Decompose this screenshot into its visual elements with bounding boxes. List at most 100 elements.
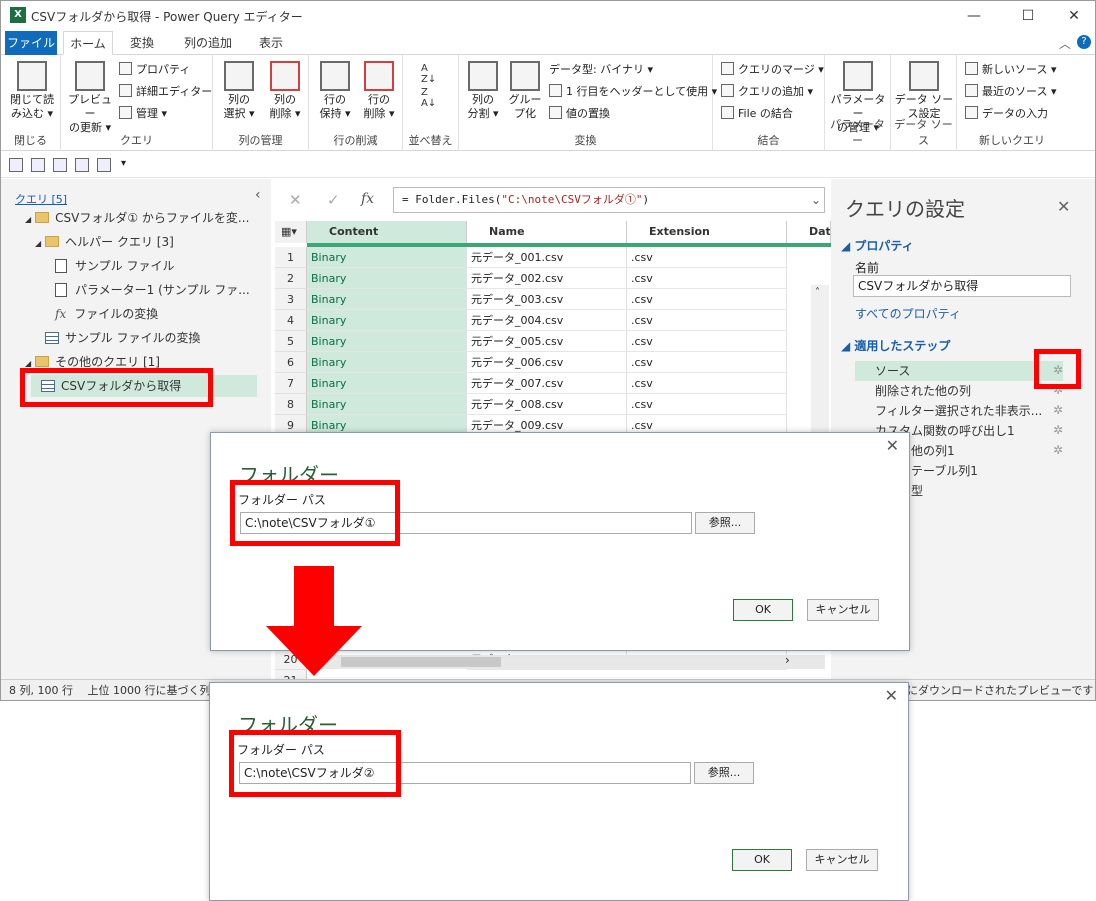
tab-home[interactable]: ホーム bbox=[63, 31, 113, 55]
maximize-button[interactable]: ☐ bbox=[1013, 5, 1043, 27]
close-settings-icon[interactable]: ✕ bbox=[1057, 197, 1070, 216]
ok-button[interactable]: OK bbox=[732, 849, 792, 871]
applied-step[interactable]: ソース bbox=[855, 361, 1063, 381]
cancel-formula-icon[interactable]: ✕ bbox=[289, 191, 302, 209]
refresh-qat-icon[interactable] bbox=[97, 158, 111, 172]
cell-extension[interactable]: .csv bbox=[627, 373, 787, 394]
enter-data-qat-icon[interactable] bbox=[75, 158, 89, 172]
data-source-settings-button[interactable]: データ ソー ス設定 bbox=[893, 61, 955, 121]
close-load-button[interactable]: 閉じて読 み込む ▾ bbox=[7, 61, 57, 121]
manage-button[interactable]: 管理 ▾ bbox=[119, 105, 167, 123]
append-queries-button[interactable]: クエリの追加 ▾ bbox=[721, 83, 813, 101]
close-window-button[interactable]: ✕ bbox=[1059, 5, 1089, 27]
merge-queries-button[interactable]: クエリのマージ ▾ bbox=[721, 61, 824, 79]
split-column-button[interactable]: 列の 分割 ▾ bbox=[461, 61, 505, 121]
save-icon[interactable] bbox=[9, 158, 23, 172]
cell-name[interactable]: 元データ_008.csv bbox=[467, 394, 627, 415]
confirm-formula-icon[interactable]: ✓ bbox=[327, 191, 340, 209]
recent-sources-button[interactable]: 最近のソース ▾ bbox=[965, 83, 1056, 101]
all-properties-link[interactable]: すべてのプロパティ bbox=[855, 305, 961, 322]
scroll-up-icon[interactable]: ˄ bbox=[815, 287, 820, 298]
query-name-input[interactable]: CSVフォルダから取得 bbox=[853, 275, 1071, 297]
column-header-content[interactable]: Content bbox=[307, 221, 467, 243]
step-settings-gear-icon[interactable]: ✲ bbox=[1053, 403, 1063, 417]
choose-columns-button[interactable]: 列の 選択 ▾ bbox=[217, 61, 261, 121]
scroll-right-icon[interactable]: › bbox=[785, 653, 790, 667]
cell-content[interactable]: Binary bbox=[307, 394, 467, 415]
tree-item-transform-sample[interactable]: サンプル ファイルの変換 bbox=[45, 327, 200, 349]
cell-name[interactable]: 元データ_005.csv bbox=[467, 331, 627, 352]
cell-extension[interactable]: .csv bbox=[627, 331, 787, 352]
cell-content[interactable]: Binary bbox=[307, 310, 467, 331]
new-source-button[interactable]: 新しいソース ▾ bbox=[965, 61, 1056, 79]
advanced-editor-qat-icon[interactable] bbox=[53, 158, 67, 172]
cell-content[interactable]: Binary bbox=[307, 352, 467, 373]
browse-button[interactable]: 参照... bbox=[694, 762, 754, 784]
cancel-button[interactable]: キャンセル bbox=[806, 849, 878, 871]
table-menu-icon[interactable]: ▦▾ bbox=[275, 221, 307, 243]
cell-name[interactable]: 元データ_007.csv bbox=[467, 373, 627, 394]
cell-extension[interactable]: .csv bbox=[627, 394, 787, 415]
collapse-pane-icon[interactable]: ‹ bbox=[255, 187, 261, 203]
refresh-preview-button[interactable]: プレビュー の更新 ▾ bbox=[65, 61, 115, 135]
collapse-ribbon-icon[interactable]: ︿ bbox=[1059, 35, 1071, 52]
keep-rows-button[interactable]: 行の 保持 ▾ bbox=[313, 61, 357, 121]
cell-content[interactable]: Binary bbox=[307, 331, 467, 352]
cell-extension[interactable]: .csv bbox=[627, 310, 787, 331]
tree-item-transform-file[interactable]: fx ファイルの変換 bbox=[55, 303, 158, 325]
tab-add-column[interactable]: 列の追加 bbox=[173, 31, 243, 55]
combine-files-button[interactable]: File の結合 bbox=[721, 105, 793, 123]
cell-content[interactable]: Binary bbox=[307, 373, 467, 394]
properties-section[interactable]: ◢ プロパティ bbox=[841, 237, 914, 254]
fx-icon[interactable]: fx bbox=[361, 191, 374, 207]
applied-steps-section[interactable]: ◢ 適用したステップ bbox=[841, 337, 950, 354]
tree-group-helper[interactable]: ◢ ヘルパー クエリ [3] bbox=[35, 231, 174, 253]
enter-data-button[interactable]: データの入力 bbox=[965, 105, 1048, 123]
tab-transform[interactable]: 変換 bbox=[117, 31, 167, 55]
cell-extension[interactable]: .csv bbox=[627, 268, 787, 289]
dialog-close-icon[interactable]: ✕ bbox=[885, 686, 898, 705]
cell-extension[interactable]: .csv bbox=[627, 352, 787, 373]
tab-view[interactable]: 表示 bbox=[247, 31, 295, 55]
tab-file[interactable]: ファイル bbox=[5, 31, 57, 55]
sort-descending-icon[interactable]: Z A↓ bbox=[421, 87, 436, 109]
cancel-button[interactable]: キャンセル bbox=[807, 599, 879, 621]
remove-columns-button[interactable]: 列の 削除 ▾ bbox=[263, 61, 307, 121]
group-by-button[interactable]: グルー プ化 bbox=[505, 61, 545, 121]
column-header-extension[interactable]: Extension bbox=[627, 221, 787, 243]
minimize-button[interactable]: — bbox=[959, 5, 989, 27]
column-header-date[interactable]: Dat bbox=[787, 221, 831, 243]
customize-qat-icon[interactable]: ▾ bbox=[121, 158, 126, 169]
cell-extension[interactable]: .csv bbox=[627, 247, 787, 268]
tree-item-sample-file[interactable]: サンプル ファイル bbox=[55, 255, 174, 277]
step-settings-gear-icon[interactable]: ✲ bbox=[1053, 423, 1063, 437]
remove-rows-button[interactable]: 行の 削除 ▾ bbox=[357, 61, 401, 121]
ok-button[interactable]: OK bbox=[733, 599, 793, 621]
column-header-name[interactable]: Name bbox=[467, 221, 627, 243]
tree-group-csv-folder[interactable]: ◢ CSVフォルダ① からファイルを変... bbox=[25, 207, 249, 229]
cell-name[interactable]: 元データ_006.csv bbox=[467, 352, 627, 373]
scroll-thumb[interactable] bbox=[341, 657, 501, 667]
applied-step[interactable]: 削除された他の列 bbox=[855, 381, 1063, 401]
dialog-close-icon[interactable]: ✕ bbox=[886, 436, 899, 455]
formula-input[interactable]: = Folder.Files("C:\note\CSVフォルダ①") bbox=[393, 187, 825, 213]
step-settings-gear-icon[interactable]: ✲ bbox=[1053, 443, 1063, 457]
tree-item-parameter1[interactable]: パラメーター1 (サンプル ファ... bbox=[55, 279, 250, 301]
cell-extension[interactable]: .csv bbox=[627, 289, 787, 310]
cell-name[interactable]: 元データ_004.csv bbox=[467, 310, 627, 331]
expand-formula-icon[interactable]: ⌄ bbox=[811, 193, 821, 207]
queries-header[interactable]: クエリ [5] bbox=[15, 191, 67, 207]
cell-name[interactable]: 元データ_002.csv bbox=[467, 268, 627, 289]
cell-name[interactable]: 元データ_003.csv bbox=[467, 289, 627, 310]
cell-name[interactable]: 元データ_001.csv bbox=[467, 247, 627, 268]
cell-content[interactable]: Binary bbox=[307, 268, 467, 289]
cell-content[interactable]: Binary bbox=[307, 289, 467, 310]
browse-button[interactable]: 参照... bbox=[695, 512, 755, 534]
applied-step[interactable]: フィルター選択された非表示... bbox=[855, 401, 1063, 421]
data-type-dropdown[interactable]: データ型: バイナリ ▾ bbox=[549, 61, 653, 79]
advanced-editor-button[interactable]: 詳細エディター bbox=[119, 83, 212, 101]
help-icon[interactable]: ? bbox=[1077, 35, 1091, 49]
cell-content[interactable]: Binary bbox=[307, 247, 467, 268]
replace-values-button[interactable]: 値の置換 bbox=[549, 105, 610, 123]
horizontal-scrollbar[interactable]: ‹› bbox=[303, 653, 825, 669]
